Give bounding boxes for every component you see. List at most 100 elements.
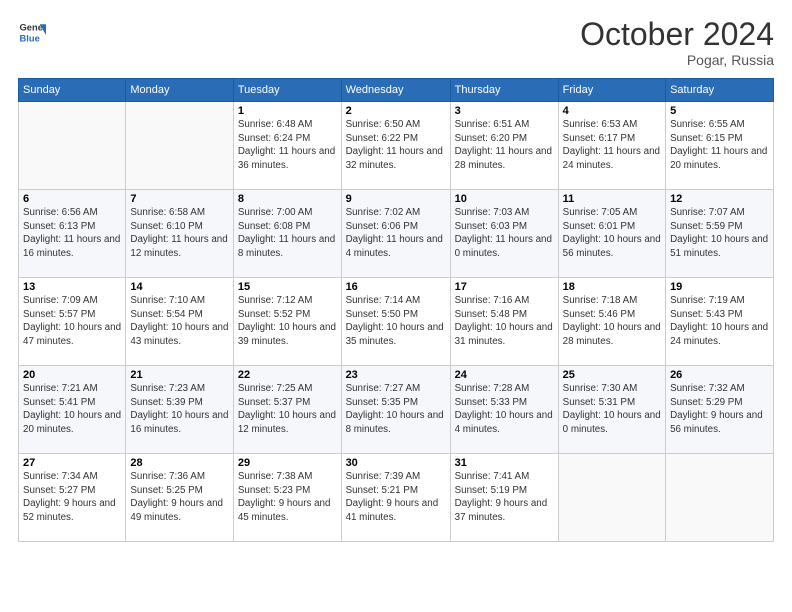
day-number: 17 (455, 281, 554, 293)
day-number: 9 (346, 193, 446, 205)
day-number: 30 (346, 457, 446, 469)
day-info: Sunrise: 7:09 AMSunset: 5:57 PMDaylight:… (23, 294, 121, 349)
calendar-cell: 12Sunrise: 7:07 AMSunset: 5:59 PMDayligh… (666, 190, 774, 278)
calendar-cell: 20Sunrise: 7:21 AMSunset: 5:41 PMDayligh… (19, 366, 126, 454)
day-number: 15 (238, 281, 337, 293)
calendar-week-2: 6Sunrise: 6:56 AMSunset: 6:13 PMDaylight… (19, 190, 774, 278)
calendar-cell: 24Sunrise: 7:28 AMSunset: 5:33 PMDayligh… (450, 366, 558, 454)
calendar-cell: 18Sunrise: 7:18 AMSunset: 5:46 PMDayligh… (558, 278, 665, 366)
day-info: Sunrise: 6:56 AMSunset: 6:13 PMDaylight:… (23, 206, 121, 261)
calendar-week-1: 1Sunrise: 6:48 AMSunset: 6:24 PMDaylight… (19, 102, 774, 190)
day-number: 29 (238, 457, 337, 469)
calendar-cell: 30Sunrise: 7:39 AMSunset: 5:21 PMDayligh… (341, 454, 450, 542)
location: Pogar, Russia (580, 52, 774, 68)
day-info: Sunrise: 7:02 AMSunset: 6:06 PMDaylight:… (346, 206, 446, 261)
day-info: Sunrise: 7:25 AMSunset: 5:37 PMDaylight:… (238, 382, 337, 437)
day-number: 19 (670, 281, 769, 293)
day-number: 12 (670, 193, 769, 205)
day-info: Sunrise: 7:03 AMSunset: 6:03 PMDaylight:… (455, 206, 554, 261)
calendar-cell: 26Sunrise: 7:32 AMSunset: 5:29 PMDayligh… (666, 366, 774, 454)
day-info: Sunrise: 6:51 AMSunset: 6:20 PMDaylight:… (455, 118, 554, 173)
day-info: Sunrise: 6:53 AMSunset: 6:17 PMDaylight:… (563, 118, 661, 173)
day-number: 5 (670, 105, 769, 117)
calendar-cell: 23Sunrise: 7:27 AMSunset: 5:35 PMDayligh… (341, 366, 450, 454)
title-block: October 2024 Pogar, Russia (580, 18, 774, 68)
day-info: Sunrise: 7:14 AMSunset: 5:50 PMDaylight:… (346, 294, 446, 349)
day-info: Sunrise: 7:23 AMSunset: 5:39 PMDaylight:… (130, 382, 228, 437)
day-number: 20 (23, 369, 121, 381)
calendar-cell: 21Sunrise: 7:23 AMSunset: 5:39 PMDayligh… (126, 366, 233, 454)
calendar-cell: 15Sunrise: 7:12 AMSunset: 5:52 PMDayligh… (233, 278, 341, 366)
day-info: Sunrise: 7:21 AMSunset: 5:41 PMDaylight:… (23, 382, 121, 437)
day-info: Sunrise: 7:12 AMSunset: 5:52 PMDaylight:… (238, 294, 337, 349)
calendar-cell: 9Sunrise: 7:02 AMSunset: 6:06 PMDaylight… (341, 190, 450, 278)
logo-icon: General Blue (18, 18, 46, 46)
day-number: 24 (455, 369, 554, 381)
day-info: Sunrise: 6:48 AMSunset: 6:24 PMDaylight:… (238, 118, 337, 173)
calendar-cell (558, 454, 665, 542)
calendar-cell: 29Sunrise: 7:38 AMSunset: 5:23 PMDayligh… (233, 454, 341, 542)
day-info: Sunrise: 7:38 AMSunset: 5:23 PMDaylight:… (238, 470, 337, 525)
day-number: 7 (130, 193, 228, 205)
calendar-cell (126, 102, 233, 190)
weekday-header-friday: Friday (558, 79, 665, 102)
page-header: General Blue October 2024 Pogar, Russia (18, 18, 774, 68)
calendar-cell (666, 454, 774, 542)
svg-text:Blue: Blue (20, 33, 40, 43)
month-title: October 2024 (580, 18, 774, 50)
calendar-cell: 6Sunrise: 6:56 AMSunset: 6:13 PMDaylight… (19, 190, 126, 278)
day-info: Sunrise: 7:00 AMSunset: 6:08 PMDaylight:… (238, 206, 337, 261)
day-number: 14 (130, 281, 228, 293)
day-number: 22 (238, 369, 337, 381)
day-info: Sunrise: 7:41 AMSunset: 5:19 PMDaylight:… (455, 470, 554, 525)
calendar-cell: 10Sunrise: 7:03 AMSunset: 6:03 PMDayligh… (450, 190, 558, 278)
day-number: 16 (346, 281, 446, 293)
day-number: 2 (346, 105, 446, 117)
calendar-week-4: 20Sunrise: 7:21 AMSunset: 5:41 PMDayligh… (19, 366, 774, 454)
calendar-cell: 19Sunrise: 7:19 AMSunset: 5:43 PMDayligh… (666, 278, 774, 366)
calendar-cell: 28Sunrise: 7:36 AMSunset: 5:25 PMDayligh… (126, 454, 233, 542)
day-info: Sunrise: 7:30 AMSunset: 5:31 PMDaylight:… (563, 382, 661, 437)
day-number: 27 (23, 457, 121, 469)
day-info: Sunrise: 6:55 AMSunset: 6:15 PMDaylight:… (670, 118, 769, 173)
calendar-cell: 13Sunrise: 7:09 AMSunset: 5:57 PMDayligh… (19, 278, 126, 366)
calendar-cell (19, 102, 126, 190)
day-number: 6 (23, 193, 121, 205)
calendar-cell: 4Sunrise: 6:53 AMSunset: 6:17 PMDaylight… (558, 102, 665, 190)
day-number: 28 (130, 457, 228, 469)
calendar-cell: 22Sunrise: 7:25 AMSunset: 5:37 PMDayligh… (233, 366, 341, 454)
day-info: Sunrise: 7:16 AMSunset: 5:48 PMDaylight:… (455, 294, 554, 349)
day-number: 18 (563, 281, 661, 293)
weekday-header-thursday: Thursday (450, 79, 558, 102)
weekday-header-monday: Monday (126, 79, 233, 102)
day-info: Sunrise: 7:27 AMSunset: 5:35 PMDaylight:… (346, 382, 446, 437)
day-number: 10 (455, 193, 554, 205)
day-number: 11 (563, 193, 661, 205)
day-info: Sunrise: 7:10 AMSunset: 5:54 PMDaylight:… (130, 294, 228, 349)
weekday-header-saturday: Saturday (666, 79, 774, 102)
calendar-cell: 2Sunrise: 6:50 AMSunset: 6:22 PMDaylight… (341, 102, 450, 190)
day-info: Sunrise: 7:07 AMSunset: 5:59 PMDaylight:… (670, 206, 769, 261)
day-number: 3 (455, 105, 554, 117)
calendar-table: SundayMondayTuesdayWednesdayThursdayFrid… (18, 78, 774, 542)
day-info: Sunrise: 7:36 AMSunset: 5:25 PMDaylight:… (130, 470, 228, 525)
day-info: Sunrise: 7:32 AMSunset: 5:29 PMDaylight:… (670, 382, 769, 437)
day-info: Sunrise: 7:18 AMSunset: 5:46 PMDaylight:… (563, 294, 661, 349)
weekday-header-row: SundayMondayTuesdayWednesdayThursdayFrid… (19, 79, 774, 102)
day-number: 4 (563, 105, 661, 117)
calendar-cell: 7Sunrise: 6:58 AMSunset: 6:10 PMDaylight… (126, 190, 233, 278)
calendar-week-5: 27Sunrise: 7:34 AMSunset: 5:27 PMDayligh… (19, 454, 774, 542)
calendar-cell: 1Sunrise: 6:48 AMSunset: 6:24 PMDaylight… (233, 102, 341, 190)
day-number: 25 (563, 369, 661, 381)
day-info: Sunrise: 7:39 AMSunset: 5:21 PMDaylight:… (346, 470, 446, 525)
calendar-cell: 27Sunrise: 7:34 AMSunset: 5:27 PMDayligh… (19, 454, 126, 542)
day-number: 23 (346, 369, 446, 381)
day-info: Sunrise: 7:28 AMSunset: 5:33 PMDaylight:… (455, 382, 554, 437)
calendar-cell: 25Sunrise: 7:30 AMSunset: 5:31 PMDayligh… (558, 366, 665, 454)
calendar-cell: 14Sunrise: 7:10 AMSunset: 5:54 PMDayligh… (126, 278, 233, 366)
calendar-cell: 31Sunrise: 7:41 AMSunset: 5:19 PMDayligh… (450, 454, 558, 542)
day-info: Sunrise: 7:19 AMSunset: 5:43 PMDaylight:… (670, 294, 769, 349)
weekday-header-sunday: Sunday (19, 79, 126, 102)
day-number: 8 (238, 193, 337, 205)
day-number: 26 (670, 369, 769, 381)
